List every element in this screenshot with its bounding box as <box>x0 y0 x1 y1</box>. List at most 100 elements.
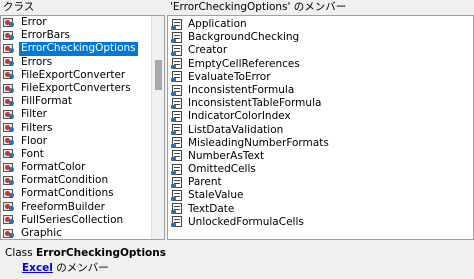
member-list-item-label: ListDataValidation <box>188 123 284 136</box>
member-list-item-label: InconsistentTableFormula <box>188 97 322 110</box>
member-list-item[interactable]: IndicatorColorIndex <box>171 110 470 123</box>
class-icon <box>3 214 16 226</box>
details-prefix: Class <box>5 247 36 259</box>
member-list-item[interactable]: Creator <box>171 44 470 57</box>
member-list-item-label: EmptyCellReferences <box>188 57 300 70</box>
class-list-item[interactable]: FillFormat <box>3 95 150 108</box>
class-list-item[interactable]: ErrorCheckingOptions <box>3 42 150 56</box>
member-list-item[interactable]: TextDate <box>171 203 470 216</box>
property-icon <box>171 18 184 31</box>
class-list-item[interactable]: FreeformBuilder <box>3 201 150 214</box>
class-icon <box>3 109 16 121</box>
class-list-item[interactable]: Graphic <box>3 227 150 239</box>
details-library-line: Excel のメンバー <box>5 261 474 276</box>
member-list-item[interactable]: InconsistentFormula <box>171 84 470 97</box>
member-list-item-label: TextDate <box>188 202 235 215</box>
class-list-item-label: FileExportConverter <box>21 68 126 81</box>
class-list-item[interactable]: Filter <box>3 108 150 121</box>
class-list-item-label: FormatCondition <box>21 174 109 187</box>
member-list-item-label: EvaluateToError <box>188 70 271 83</box>
class-list-item-label: Filter <box>21 108 48 121</box>
members-header: 'ErrorCheckingOptions' のメンバー <box>167 0 474 15</box>
property-icon <box>171 44 184 57</box>
class-list-item[interactable]: Floor <box>3 135 150 148</box>
class-list-item[interactable]: FormatCondition <box>3 174 150 187</box>
property-icon <box>171 190 184 202</box>
class-list-item[interactable]: Error <box>3 16 150 29</box>
class-list-item[interactable]: ErrorBars <box>3 29 150 42</box>
member-list-item-label: OmittedCells <box>188 163 256 176</box>
member-list-item[interactable]: OmittedCells <box>171 163 470 176</box>
property-icon <box>171 163 184 176</box>
property-icon <box>171 71 184 83</box>
member-list-item[interactable]: Parent <box>171 176 470 189</box>
class-list-item[interactable]: Filters <box>3 122 150 135</box>
member-list-item[interactable]: BackgroundChecking <box>171 31 470 44</box>
member-list-item[interactable]: InconsistentTableFormula <box>171 97 470 110</box>
member-list-item[interactable]: UnlockedFormulaCells <box>171 216 470 229</box>
class-icon <box>3 201 16 213</box>
class-list-item-label: FreeformBuilder <box>21 200 105 213</box>
class-icon <box>3 135 16 147</box>
class-list-item-label: FillFormat <box>21 95 73 108</box>
member-list-item-label: StaleValue <box>188 189 244 202</box>
class-icon <box>3 148 16 160</box>
class-icon <box>3 188 16 200</box>
property-icon <box>171 110 184 123</box>
member-list-item[interactable]: NumberAsText <box>171 150 470 163</box>
member-list-item[interactable]: EmptyCellReferences <box>171 58 470 71</box>
class-icon <box>3 56 16 68</box>
class-icon <box>3 69 16 81</box>
members-list[interactable]: Application BackgroundChecking Creator Empt… <box>171 18 470 229</box>
member-list-item-label: BackgroundChecking <box>188 31 300 44</box>
classes-header: クラス <box>0 0 165 15</box>
class-icon <box>3 228 16 239</box>
class-list-item-label: Floor <box>21 134 48 147</box>
classes-scrollbar[interactable] <box>151 16 164 239</box>
member-list-item-label: Creator <box>188 44 228 57</box>
class-list-item-label: FormatConditions <box>21 187 114 200</box>
member-list-item-label: Parent <box>188 176 222 189</box>
class-list-item[interactable]: FullSeriesCollection <box>3 214 150 227</box>
class-list-item[interactable]: Font <box>3 148 150 161</box>
library-link[interactable]: Excel <box>22 262 53 274</box>
class-list-item-label: Errors <box>21 55 53 68</box>
class-list-item[interactable]: FileExportConverter <box>3 69 150 82</box>
property-icon <box>171 203 184 215</box>
classes-list-pane[interactable]: Error ErrorBars ErrorCheckingOptions Errors… <box>0 15 165 240</box>
property-icon <box>171 137 184 149</box>
class-icon <box>3 162 16 174</box>
members-list-pane[interactable]: Application BackgroundChecking Creator Empt… <box>167 15 474 240</box>
class-icon <box>3 30 16 42</box>
member-list-item-label: InconsistentFormula <box>188 83 295 96</box>
details-pane: Class ErrorCheckingOptions Excel のメンバー <box>0 240 474 279</box>
class-list-item-label: FullSeriesCollection <box>21 213 124 226</box>
details-class-line: Class ErrorCheckingOptions <box>5 246 474 261</box>
class-icon <box>3 96 16 108</box>
member-list-item-label: MisleadingNumberFormats <box>188 136 329 149</box>
classes-list[interactable]: Error ErrorBars ErrorCheckingOptions Errors… <box>3 16 150 239</box>
class-list-item-label: FileExportConverters <box>21 81 131 94</box>
class-icon <box>3 83 16 95</box>
class-list-item-label: ErrorBars <box>21 29 71 42</box>
library-suffix: のメンバー <box>52 262 109 274</box>
class-list-item-label: Font <box>21 147 44 160</box>
property-icon <box>171 58 184 70</box>
class-list-item[interactable]: Errors <box>3 56 150 69</box>
class-list-item[interactable]: FormatColor <box>3 161 150 174</box>
scrollbar-thumb[interactable] <box>155 60 162 90</box>
member-list-item[interactable]: EvaluateToError <box>171 71 470 84</box>
class-icon <box>3 122 16 134</box>
class-list-item-label: Graphic <box>21 227 62 239</box>
member-list-item-label: Application <box>188 18 247 30</box>
member-list-item-label: UnlockedFormulaCells <box>188 215 304 228</box>
property-icon <box>171 124 184 136</box>
member-list-item[interactable]: Application <box>171 18 470 31</box>
member-list-item[interactable]: StaleValue <box>171 189 470 202</box>
member-list-item[interactable]: MisleadingNumberFormats <box>171 137 470 150</box>
class-list-item[interactable]: FileExportConverters <box>3 82 150 95</box>
member-list-item[interactable]: ListDataValidation <box>171 124 470 137</box>
member-list-item-label: IndicatorColorIndex <box>188 110 291 123</box>
property-icon <box>171 84 184 97</box>
class-list-item[interactable]: FormatConditions <box>3 187 150 200</box>
